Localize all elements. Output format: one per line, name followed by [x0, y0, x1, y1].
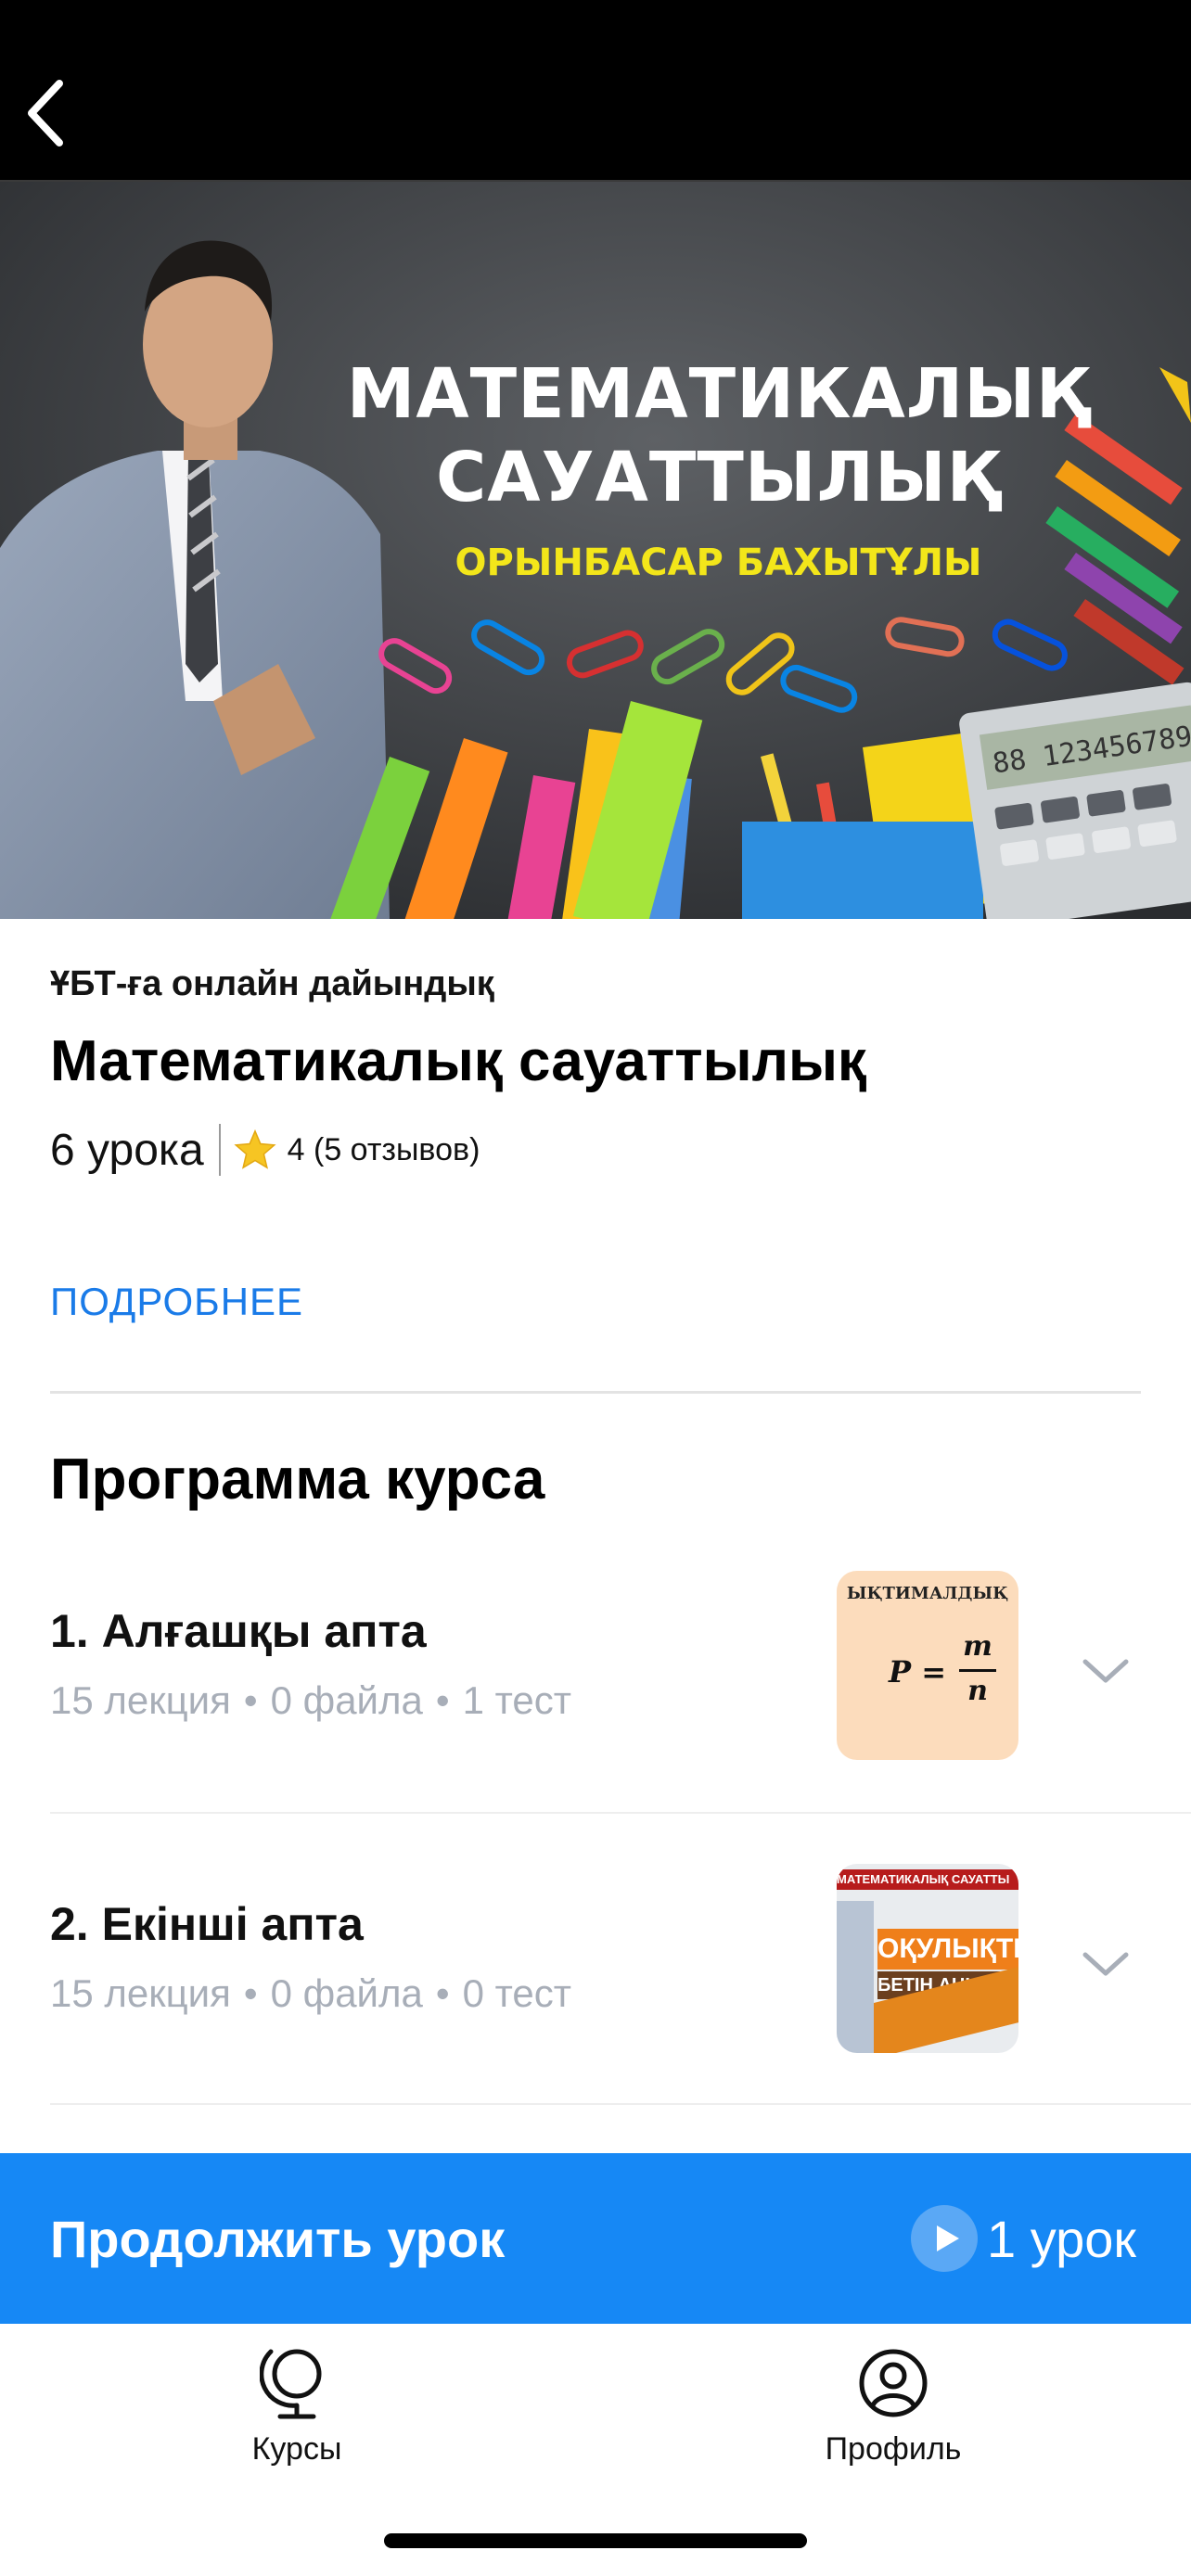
thumbnail-formula-left: P =	[889, 1654, 947, 1690]
top-navigation-bar	[0, 0, 1191, 182]
fraction-bar	[959, 1669, 996, 1672]
lectures-count: 15 лекция	[50, 1678, 231, 1722]
chevron-left-icon	[28, 80, 63, 147]
banner-title-line1: МАТЕМАТИКАЛЫҚ	[346, 354, 1091, 434]
thumbnail-header: ЫҚТИМАЛДЫҚ	[846, 1584, 1009, 1603]
tab-courses-label: Курсы	[251, 2431, 342, 2467]
files-count: 0 файла	[270, 1678, 423, 1722]
item-divider	[50, 2103, 1191, 2105]
separator-dot: •	[435, 1678, 450, 1722]
tab-courses[interactable]: Курсы	[158, 2342, 436, 2481]
star-icon	[234, 1129, 276, 1169]
course-eyebrow: ҰБТ-ға онлайн дайындық	[50, 964, 494, 1003]
program-item-thumbnail: ЫҚТИМАЛДЫҚ P = m n	[837, 1571, 1018, 1760]
course-info: ҰБТ-ға онлайн дайындық Математикалық сау…	[50, 964, 1145, 1178]
banner-title-line2: САУАТТЫЛЫҚ	[435, 438, 1001, 517]
thumbnail-formula-denominator: n	[967, 1675, 988, 1707]
course-title: Математикалық сауаттылық	[50, 1029, 866, 1093]
more-details-link[interactable]: ПОДРОБНЕЕ	[50, 1280, 303, 1324]
tests-count: 1 тест	[462, 1678, 571, 1722]
tests-count: 0 тест	[462, 1971, 571, 2015]
lectures-count: 15 лекция	[50, 1971, 231, 2015]
thumbnail-line1: ОҚУЛЫҚТЫ	[877, 1929, 1018, 1970]
program-item-thumbnail: МАТЕМАТИКАЛЫҚ САУАТТЫ ОҚУЛЫҚТЫ БЕТІН АНЫ…	[837, 1864, 1018, 2053]
tab-profile-label: Профиль	[825, 2431, 962, 2467]
course-rating: 4 (5 отзывов)	[287, 1131, 480, 1167]
separator-dot: •	[435, 1971, 450, 2015]
program-item-title: 2. Екінші апта	[50, 1898, 364, 1950]
meta-divider	[218, 1124, 221, 1176]
continue-label: Продолжить урок	[50, 2210, 506, 2268]
course-banner: 88 1234567890 МАТЕМАТИКАЛЫҚ САУАТТЫЛЫҚ О…	[0, 182, 1191, 919]
chevron-down-icon[interactable]	[1078, 1945, 1133, 1983]
thumbnail-person	[837, 1901, 874, 2053]
program-title: Программа курса	[50, 1447, 545, 1511]
program-item-stats: 15 лекция • 0 файла • 1 тест	[50, 1678, 571, 1723]
thumbnail-formula-numerator: m	[963, 1630, 992, 1663]
current-lesson: 1 урок	[987, 2210, 1136, 2268]
calculator-decoration: 88 1234567890	[959, 682, 1191, 919]
files-count: 0 файла	[270, 1971, 423, 2015]
separator-dot: •	[243, 1678, 258, 1722]
back-button[interactable]	[17, 72, 72, 154]
course-meta: 6 урока 4 (5 отзывов)	[50, 1122, 1145, 1178]
program-item[interactable]: 1. Алғашқы апта 15 лекция • 0 файла • 1 тест…	[0, 1521, 1191, 1812]
separator-dot: •	[243, 1971, 258, 2015]
program-item-title: 1. Алғашқы апта	[50, 1605, 427, 1657]
globe-icon	[260, 2349, 322, 2419]
profile-icon	[859, 2349, 928, 2417]
chevron-down-icon[interactable]	[1078, 1652, 1133, 1690]
tab-profile[interactable]: Профиль	[754, 2342, 1032, 2481]
thumbnail-header: МАТЕМАТИКАЛЫҚ САУАТТЫ	[837, 1869, 1018, 1890]
program-item[interactable]: 2. Екінші апта 15 лекция • 0 файла • 0 тест …	[0, 1814, 1191, 2105]
continue-lesson-button[interactable]: Продолжить урок 1 урок	[0, 2153, 1191, 2324]
banner-author: ОРЫНБАСАР БАХЫТҰЛЫ	[455, 542, 982, 584]
home-indicator	[384, 2533, 807, 2548]
program-item-stats: 15 лекция • 0 файла • 0 тест	[50, 1971, 571, 2016]
play-icon	[911, 2205, 978, 2272]
divider	[50, 1391, 1141, 1394]
lessons-count: 6 урока	[50, 1125, 204, 1175]
